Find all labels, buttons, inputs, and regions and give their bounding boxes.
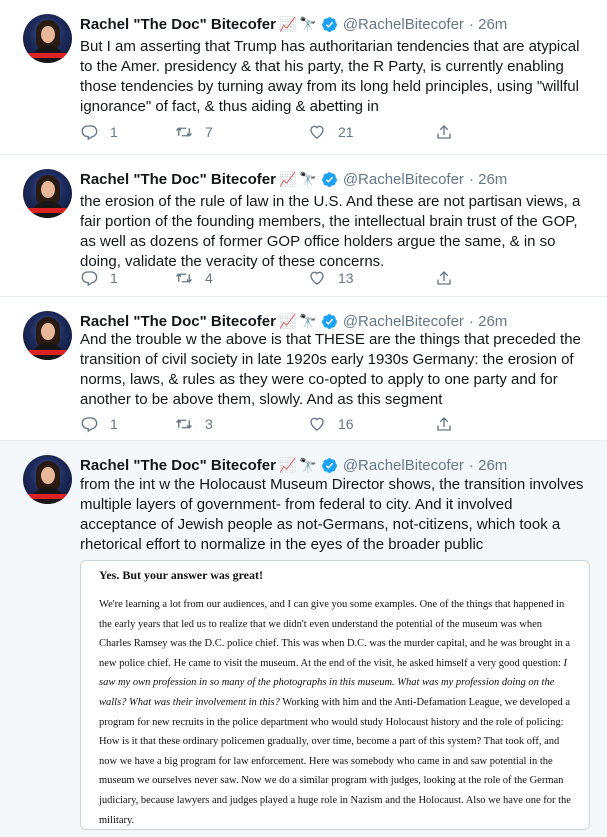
- reply-icon: [81, 417, 98, 433]
- timestamp[interactable]: · 26m: [469, 171, 507, 188]
- user-handle[interactable]: @RachelBitecofer: [343, 313, 464, 330]
- verified-badge-icon: [321, 313, 337, 329]
- retweet-count: 4: [205, 270, 213, 286]
- tweet[interactable]: Rachel "The Doc" Bitecofer 📈 🔭 @RachelBi…: [0, 155, 607, 297]
- share-icon: [437, 417, 451, 431]
- heart-icon: [310, 271, 324, 285]
- chart-emoji-icon: 📈: [278, 15, 297, 32]
- timestamp[interactable]: · 26m: [469, 457, 507, 474]
- reply-count: 1: [110, 270, 118, 286]
- reply-count: 1: [110, 416, 118, 432]
- share-icon: [437, 125, 451, 139]
- display-name[interactable]: Rachel "The Doc" Bitecofer: [80, 313, 276, 330]
- tweet-actions: 1 3 16: [80, 413, 510, 435]
- like-count: 16: [338, 416, 354, 432]
- reply-count: 1: [110, 124, 118, 140]
- avatar[interactable]: [23, 14, 72, 63]
- like-button[interactable]: 21: [308, 123, 435, 141]
- reply-button[interactable]: 1: [80, 123, 175, 141]
- share-button[interactable]: [435, 123, 453, 141]
- retweet-icon: [176, 419, 192, 429]
- verified-badge-icon: [321, 171, 337, 187]
- tweet-actions: 1 4 13: [80, 267, 510, 289]
- tweet-header: Rachel "The Doc" Bitecofer 📈 🔭 @RachelBi…: [80, 168, 507, 190]
- share-button[interactable]: [435, 415, 453, 433]
- retweet-button[interactable]: 4: [175, 269, 308, 287]
- image-body-text: We're learning a lot from our audiences,…: [99, 599, 571, 826]
- timestamp[interactable]: · 26m: [469, 16, 507, 33]
- like-button[interactable]: 16: [308, 415, 435, 433]
- share-button[interactable]: [435, 269, 453, 287]
- telescope-emoji-icon: 🔭: [299, 15, 317, 32]
- tweet-text: And the trouble w the above is that THES…: [80, 331, 581, 408]
- tweet[interactable]: Rachel "The Doc" Bitecofer 📈 🔭 @RachelBi…: [0, 441, 607, 837]
- retweet-count: 3: [205, 416, 213, 432]
- display-name[interactable]: Rachel "The Doc" Bitecofer: [80, 457, 276, 474]
- chart-emoji-icon: 📈: [278, 170, 297, 187]
- reply-icon: [81, 271, 98, 287]
- chart-emoji-icon: 📈: [278, 456, 297, 473]
- chart-emoji-icon: 📈: [278, 312, 297, 329]
- timestamp[interactable]: · 26m: [469, 313, 507, 330]
- tweet[interactable]: Rachel "The Doc" Bitecofer 📈 🔭 @RachelBi…: [0, 297, 607, 441]
- tweet-header: Rachel "The Doc" Bitecofer 📈 🔭 @RachelBi…: [80, 454, 507, 476]
- retweet-button[interactable]: 3: [175, 415, 308, 433]
- telescope-emoji-icon: 🔭: [299, 456, 317, 473]
- retweet-icon: [176, 127, 192, 137]
- share-icon: [437, 271, 451, 285]
- heart-icon: [310, 125, 324, 139]
- avatar[interactable]: [23, 311, 72, 360]
- tweet-text: But I am asserting that Trump has author…: [80, 38, 580, 115]
- retweet-count: 7: [205, 124, 213, 140]
- reply-button[interactable]: 1: [80, 269, 175, 287]
- tweet-text: from the int w the Holocaust Museum Dire…: [80, 476, 584, 553]
- image-heading: Yes. But your answer was great!: [99, 568, 263, 582]
- like-count: 21: [338, 124, 354, 140]
- heart-icon: [310, 417, 324, 431]
- like-button[interactable]: 13: [308, 269, 435, 287]
- tweet[interactable]: Rachel "The Doc" Bitecofer 📈 🔭 @RachelBi…: [0, 0, 607, 155]
- reply-icon: [81, 125, 98, 141]
- retweet-button[interactable]: 7: [175, 123, 308, 141]
- display-name[interactable]: Rachel "The Doc" Bitecofer: [80, 16, 276, 33]
- tweet-actions: 1 7 21: [80, 121, 510, 143]
- like-count: 13: [338, 270, 354, 286]
- telescope-emoji-icon: 🔭: [299, 312, 317, 329]
- retweet-icon: [176, 273, 192, 283]
- attached-image[interactable]: Yes. But your answer was great! We're le…: [80, 560, 590, 830]
- reply-button[interactable]: 1: [80, 415, 175, 433]
- tweet-header: Rachel "The Doc" Bitecofer 📈 🔭 @RachelBi…: [80, 310, 507, 332]
- user-handle[interactable]: @RachelBitecofer: [343, 171, 464, 188]
- avatar[interactable]: [23, 455, 72, 504]
- verified-badge-icon: [321, 16, 337, 32]
- tweet-text: the erosion of the rule of law in the U.…: [80, 193, 581, 270]
- user-handle[interactable]: @RachelBitecofer: [343, 457, 464, 474]
- tweet-header: Rachel "The Doc" Bitecofer 📈 🔭 @RachelBi…: [80, 13, 507, 35]
- verified-badge-icon: [321, 457, 337, 473]
- display-name[interactable]: Rachel "The Doc" Bitecofer: [80, 171, 276, 188]
- avatar[interactable]: [23, 169, 72, 218]
- user-handle[interactable]: @RachelBitecofer: [343, 16, 464, 33]
- telescope-emoji-icon: 🔭: [299, 170, 317, 187]
